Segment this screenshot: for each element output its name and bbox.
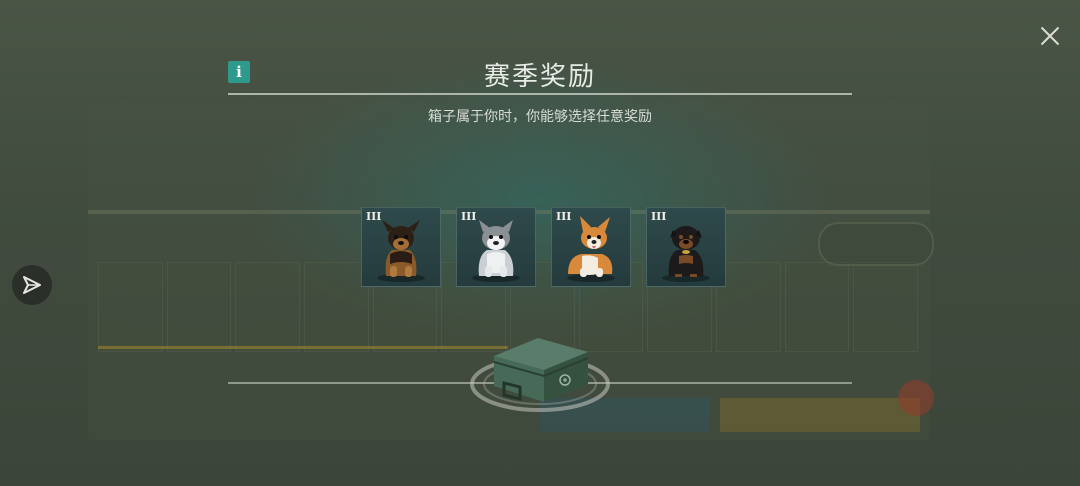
reward-chest-icon[interactable] [468, 322, 612, 414]
reward-rottweiler-puppy[interactable]: III [646, 207, 726, 287]
husky-puppy-icon [472, 220, 520, 282]
track-slot [235, 262, 301, 352]
rottweiler-puppy-icon [662, 226, 710, 282]
reward-corgi-puppy[interactable]: III [551, 207, 631, 287]
corgi-puppy-icon [567, 216, 615, 282]
background-track-progress [98, 346, 508, 349]
track-slot [98, 262, 163, 352]
send-arrow-icon [23, 276, 41, 294]
side-action-button[interactable] [12, 265, 52, 305]
background-button [720, 398, 920, 432]
background-level-pill [818, 222, 934, 266]
background-discount-badge [898, 380, 934, 416]
track-slot [166, 262, 232, 352]
reward-husky-puppy[interactable]: III [456, 207, 536, 287]
modal-title: 赛季奖励 [483, 62, 596, 92]
track-slot [853, 262, 919, 352]
modal-subtitle: 箱子属于你时，你能够选择任意奖励 [428, 109, 652, 125]
german-shepherd-puppy-icon [377, 220, 425, 282]
close-icon[interactable] [1030, 18, 1070, 54]
track-slot [784, 262, 850, 352]
reward-german-shepherd-puppy[interactable]: III [361, 207, 441, 287]
title-divider [228, 93, 852, 95]
track-slot [304, 262, 369, 352]
reward-options: III III III III [361, 207, 726, 287]
